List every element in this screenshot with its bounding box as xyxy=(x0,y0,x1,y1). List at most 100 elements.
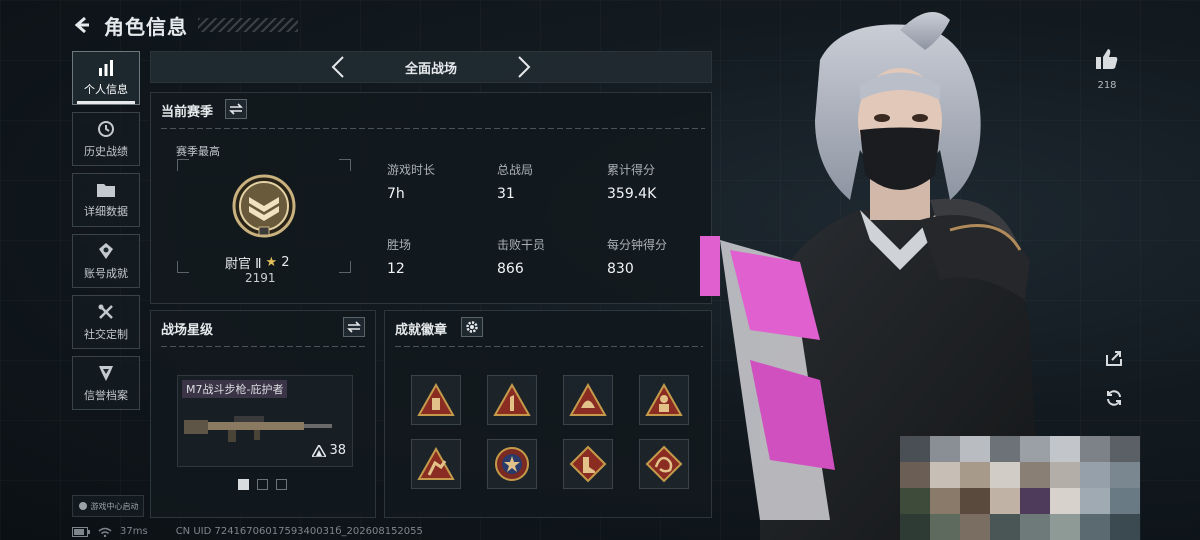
badge-slot[interactable] xyxy=(411,439,461,489)
launcher-label: 游戏中心启动 xyxy=(90,501,139,511)
sidebar-item-personal-info[interactable]: 个人信息 xyxy=(72,51,140,105)
battlefield-level-panel: 战场星级 M7战斗步枪-庇护者 38 xyxy=(150,310,376,518)
wifi-icon xyxy=(98,527,112,537)
badge-slot[interactable] xyxy=(563,375,613,425)
sidebar-item-achievements[interactable]: 账号成就 xyxy=(72,234,140,288)
launcher-icon xyxy=(78,502,87,510)
share-icon xyxy=(1106,351,1122,366)
badge-bottle-icon xyxy=(417,383,455,416)
stat-label: 总战局 xyxy=(497,163,534,177)
rank-stars: 2 xyxy=(281,255,290,270)
mode-next-button[interactable] xyxy=(513,56,535,78)
sidebar-item-label: 个人信息 xyxy=(84,82,128,96)
sidebar-item-history[interactable]: 历史战绩 xyxy=(72,112,140,166)
stat-value: 12 xyxy=(387,261,405,277)
badges-settings-button[interactable] xyxy=(461,317,483,337)
divider xyxy=(395,346,703,347)
battery-icon xyxy=(72,526,90,537)
rifle-icon xyxy=(184,416,332,442)
badge-slot[interactable] xyxy=(487,439,537,489)
like-button[interactable]: 218 xyxy=(1092,48,1122,91)
back-button[interactable] xyxy=(70,13,94,37)
pager-dot[interactable] xyxy=(276,479,287,490)
badge-star-emblem-icon xyxy=(495,447,529,481)
game-center-launcher[interactable]: 游戏中心启动 xyxy=(72,495,144,517)
weapon-level: 38 xyxy=(312,443,346,458)
sidebar-item-label: 信誉档案 xyxy=(84,388,128,402)
blurred-player-name xyxy=(900,436,1140,540)
badge-dragon-icon xyxy=(645,445,683,483)
sidebar-item-detailed-data[interactable]: 详细数据 xyxy=(72,173,140,227)
sidebar: 个人信息 历史战绩 详细数据 账号成就 社交定制 信誉档案 xyxy=(72,51,140,417)
mode-prev-button[interactable] xyxy=(327,56,349,78)
history-clock-icon xyxy=(98,120,114,137)
badge-number-one-icon xyxy=(493,383,531,416)
frame-corner xyxy=(177,159,189,171)
credit-shield-icon xyxy=(99,365,113,381)
season-title: 当前赛季 xyxy=(161,105,214,120)
stat-kills: 击败干员 866 xyxy=(497,236,545,277)
rank-emblem-icon xyxy=(232,174,296,238)
refresh-button[interactable] xyxy=(1102,386,1126,410)
stat-value: 7h xyxy=(387,186,405,202)
stat-label: 游戏时长 xyxy=(387,163,436,177)
badge-slot[interactable] xyxy=(563,439,613,489)
page-title: 角色信息 xyxy=(104,14,188,39)
pager-dot[interactable] xyxy=(238,479,249,490)
badge-boot-icon xyxy=(569,445,607,483)
season-switch-button[interactable] xyxy=(225,99,247,119)
frame-corner xyxy=(339,159,351,171)
battlefield-level-title: 战场星级 xyxy=(161,323,214,338)
sidebar-item-label: 详细数据 xyxy=(84,204,128,218)
weapon-pager xyxy=(238,479,287,490)
refresh-icon xyxy=(1107,390,1121,406)
badge-helmet-icon xyxy=(569,383,607,416)
stat-total-score: 累计得分 359.4K xyxy=(607,161,656,202)
thumbs-up-icon xyxy=(1096,49,1118,69)
uid-text: CN UID 7241670601759340031б_202608152055 xyxy=(175,526,423,537)
weapon-card[interactable]: M7战斗步枪-庇护者 38 xyxy=(177,375,353,467)
divider xyxy=(161,346,367,347)
stat-value: 830 xyxy=(607,261,634,277)
ping-value: 37ms xyxy=(120,526,148,537)
stat-label: 累计得分 xyxy=(607,163,656,177)
badges-title: 成就徽章 xyxy=(395,323,448,338)
badge-slot[interactable] xyxy=(639,439,689,489)
battlefield-level-switch-button[interactable] xyxy=(343,317,365,337)
sidebar-item-credit-record[interactable]: 信誉档案 xyxy=(72,356,140,410)
stat-label: 击败干员 xyxy=(497,238,546,252)
sidebar-item-label: 账号成就 xyxy=(84,266,128,280)
badge-slot[interactable] xyxy=(411,375,461,425)
rank-label: 尉官 Ⅱ ★ 2 xyxy=(225,253,289,272)
like-count: 218 xyxy=(1097,80,1117,91)
divider xyxy=(161,128,705,129)
frame-corner xyxy=(339,261,351,273)
season-panel: 当前赛季 赛季最高 尉官 Ⅱ ★ 2 2191 游戏时长 7h 总战局 31 累… xyxy=(150,92,712,304)
badge-slot[interactable] xyxy=(639,375,689,425)
stat-label: 胜场 xyxy=(387,238,412,252)
sidebar-item-social-custom[interactable]: 社交定制 xyxy=(72,295,140,349)
badge-runner-icon xyxy=(417,447,455,480)
weapon-level-value: 38 xyxy=(329,443,346,458)
mode-label: 全面战场 xyxy=(404,61,457,77)
rank-frame: 尉官 Ⅱ ★ 2 2191 xyxy=(177,159,351,285)
chevron-right-icon xyxy=(518,56,531,78)
pager-dot[interactable] xyxy=(257,479,268,490)
stat-label: 每分钟得分 xyxy=(607,238,668,252)
chevron-left-icon xyxy=(331,56,344,78)
stat-total-matches: 总战局 31 xyxy=(497,161,533,202)
title-decoration xyxy=(198,18,298,32)
sidebar-item-label: 社交定制 xyxy=(84,327,128,341)
status-bar: 37ms CN UID 7241670601759340031б_2026081… xyxy=(72,526,423,537)
rank-points: 2191 xyxy=(245,271,276,285)
back-arrow-icon xyxy=(74,16,89,34)
achievement-icon xyxy=(99,242,113,259)
badge-slot[interactable] xyxy=(487,375,537,425)
frame-corner xyxy=(177,261,189,273)
level-triangle-icon xyxy=(312,444,327,457)
stat-value: 866 xyxy=(497,261,524,277)
share-button[interactable] xyxy=(1102,346,1126,370)
star-icon: ★ xyxy=(265,255,278,270)
swap-icon xyxy=(347,321,361,333)
sidebar-item-label: 历史战绩 xyxy=(84,144,128,158)
